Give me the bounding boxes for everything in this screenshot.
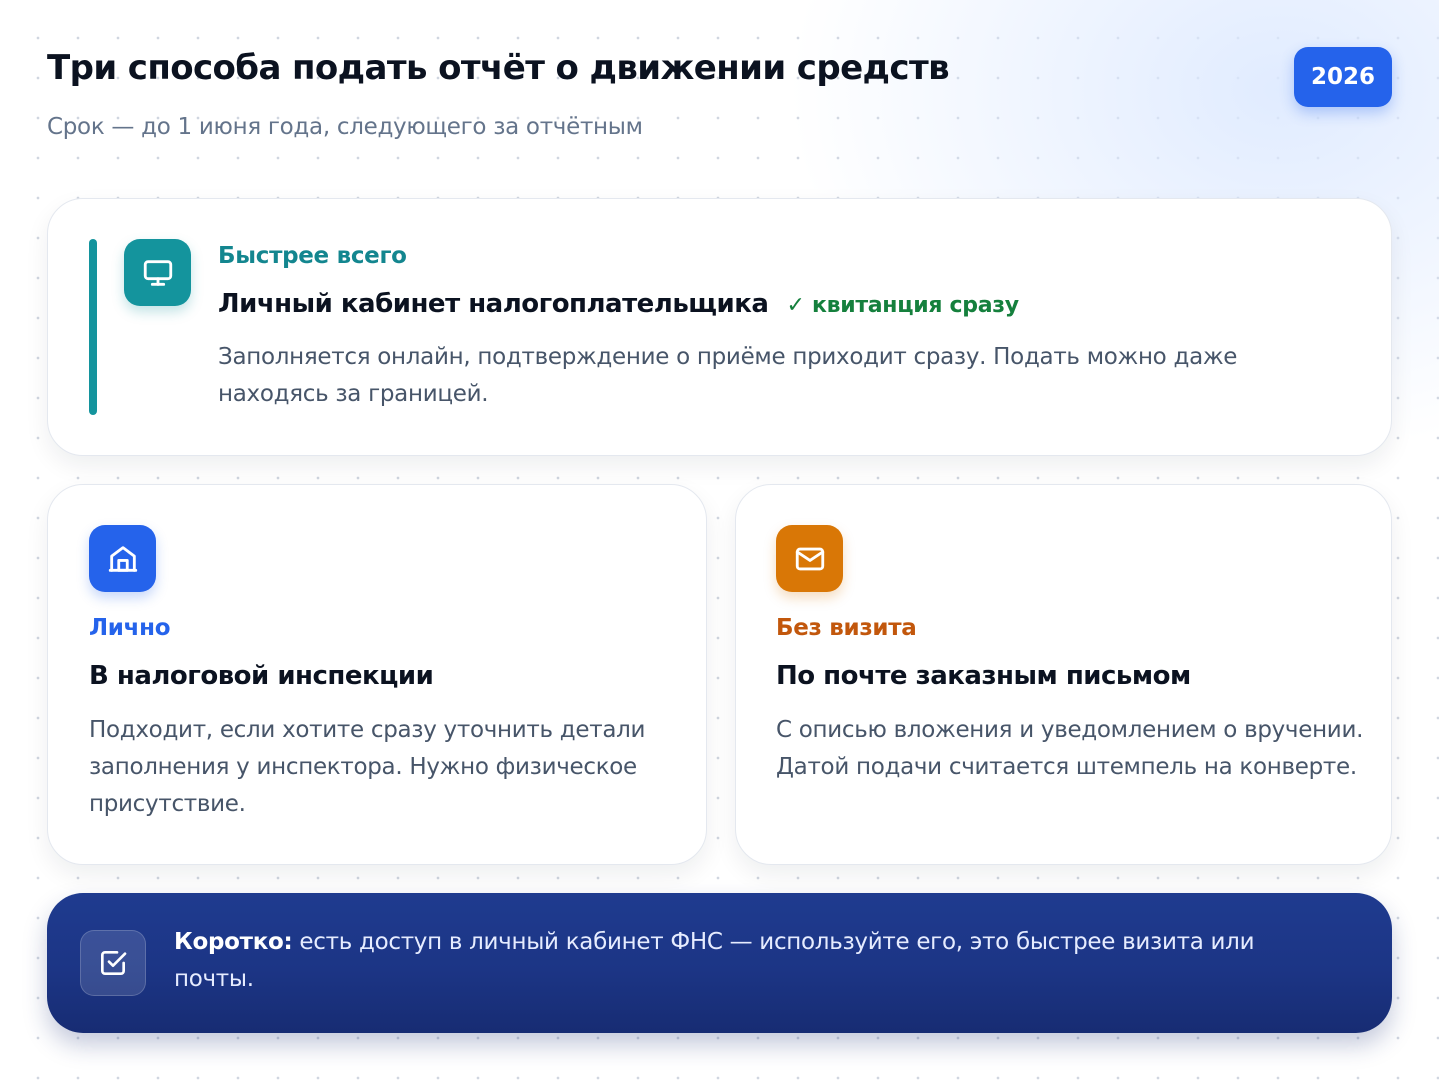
- method-card-mail: Без визита По почте заказным письмом С о…: [735, 484, 1392, 865]
- method-title: По почте заказным письмом: [776, 661, 1191, 691]
- method-title: Личный кабинет налогоплательщика ✓ квитан…: [218, 289, 1019, 319]
- method-card-online: Быстрее всего Личный кабинет налогоплате…: [47, 198, 1392, 456]
- method-title: В налоговой инспекции: [89, 661, 434, 691]
- method-eyebrow: Без визита: [776, 615, 917, 641]
- method-description: Подходит, если хотите сразу уточнить дет…: [89, 717, 646, 817]
- checkbox-icon: [80, 930, 146, 996]
- summary-label: Коротко:: [174, 929, 293, 955]
- method-title-text: Личный кабинет налогоплательщика: [218, 289, 769, 319]
- page-title: Три способа подать отчёт о движении сред…: [47, 48, 950, 88]
- summary-banner: Коротко: есть доступ в личный кабинет ФН…: [47, 893, 1392, 1033]
- envelope-icon: [776, 525, 843, 592]
- accent-bar: [89, 239, 97, 415]
- method-description: С описью вложения и уведомлением о вруче…: [776, 717, 1364, 780]
- summary-text: Коротко: есть доступ в личный кабинет ФН…: [174, 924, 1324, 998]
- receipt-tag: ✓ квитанция сразу: [786, 293, 1019, 318]
- monitor-icon: [124, 239, 191, 306]
- page-subtitle: Срок — до 1 июня года, следующего за отч…: [47, 114, 643, 140]
- summary-body: есть доступ в личный кабинет ФНС — испол…: [174, 929, 1255, 992]
- building-icon: [89, 525, 156, 592]
- method-eyebrow: Быстрее всего: [218, 243, 407, 269]
- year-badge: 2026: [1294, 47, 1392, 107]
- method-description: Заполняется онлайн, подтверждение о приё…: [218, 344, 1238, 407]
- method-eyebrow: Лично: [89, 615, 171, 641]
- method-card-in-person: Лично В налоговой инспекции Подходит, ес…: [47, 484, 707, 865]
